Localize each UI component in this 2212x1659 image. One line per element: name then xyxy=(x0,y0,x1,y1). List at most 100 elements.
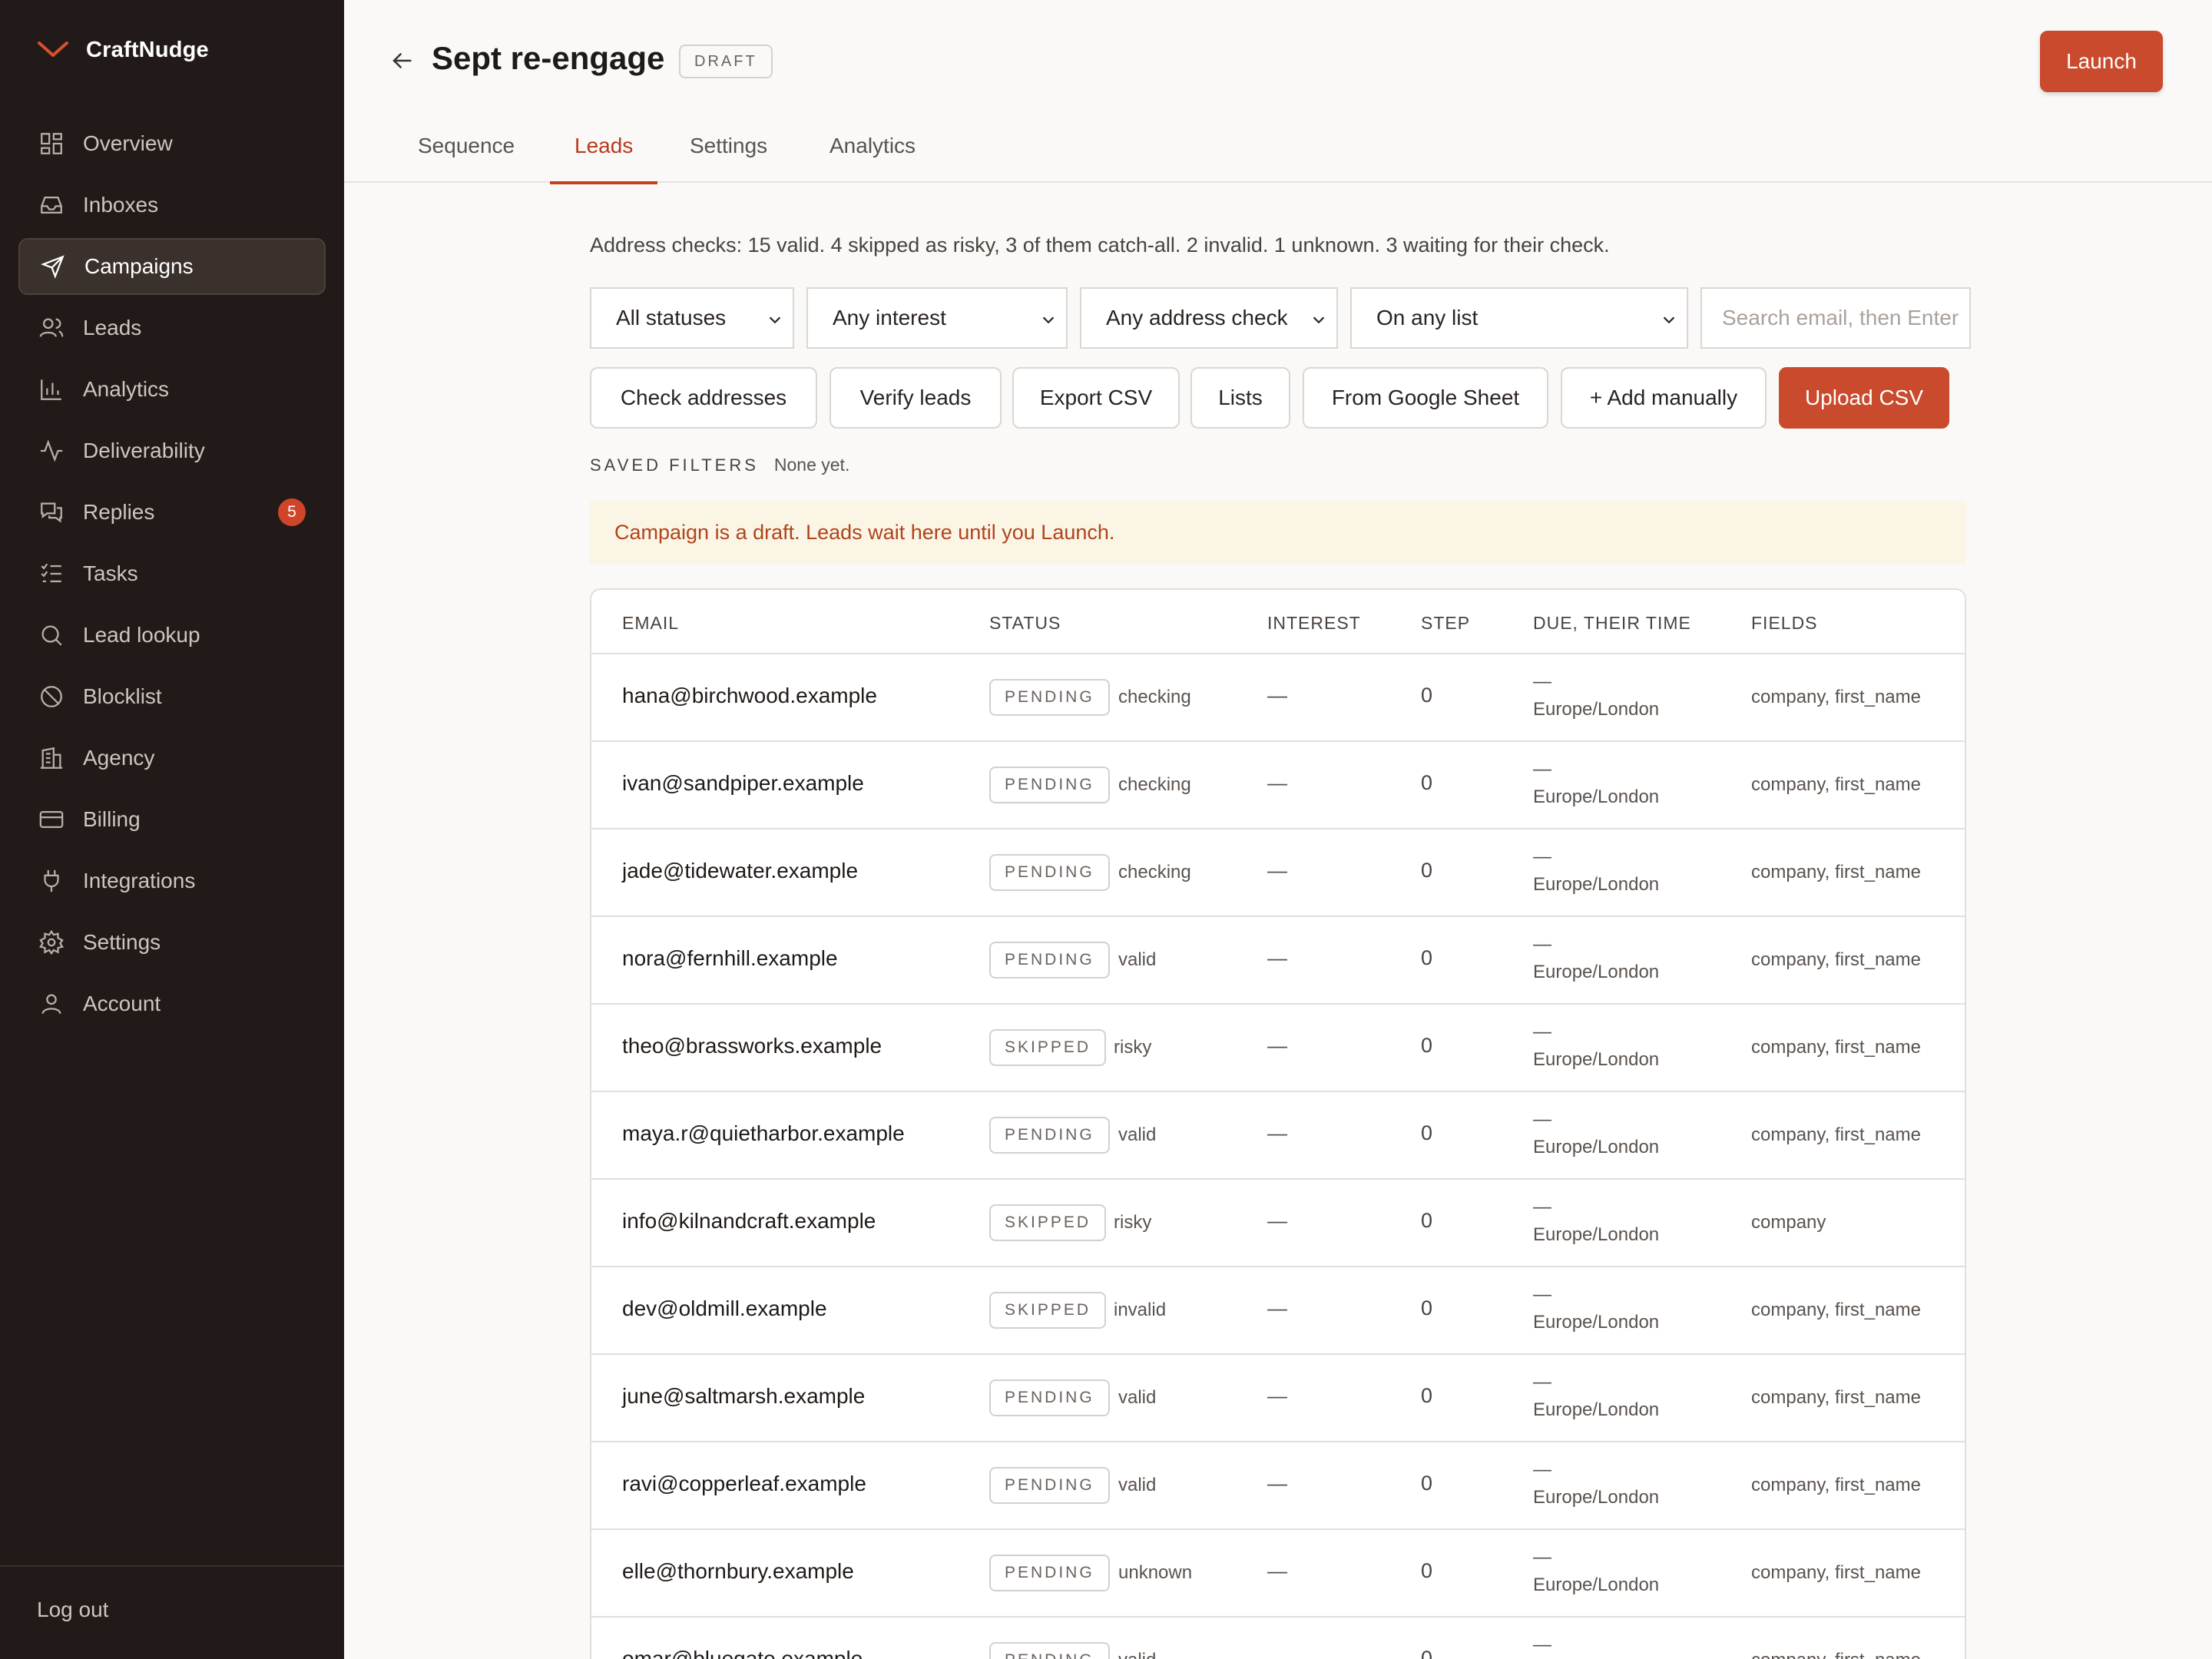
lead-email[interactable]: theo@brassworks.example xyxy=(622,1034,882,1058)
sidebar-item-label: Integrations xyxy=(83,869,196,892)
lead-email[interactable]: ivan@sandpiper.example xyxy=(622,771,864,796)
lead-timezone: Europe/London xyxy=(1533,874,1660,895)
lead-interest: — xyxy=(1267,1034,1287,1057)
lead-email[interactable]: june@saltmarsh.example xyxy=(622,1384,865,1409)
tab-sequence[interactable]: Sequence xyxy=(418,134,515,183)
column-header-step[interactable]: STEP xyxy=(1421,613,1470,634)
launch-button[interactable]: Launch xyxy=(2040,31,2163,92)
lead-step: 0 xyxy=(1421,859,1433,882)
lead-interest: — xyxy=(1267,1209,1287,1232)
table-row[interactable]: ravi@copperleaf.example PENDING valid — 0 — Eu… xyxy=(591,1442,1965,1530)
address-check-filter-select[interactable]: Any address check xyxy=(1080,287,1338,349)
bar-chart-icon xyxy=(41,379,61,400)
sidebar-item-campaigns[interactable]: Campaigns xyxy=(18,238,326,295)
lists-button[interactable]: Lists xyxy=(1190,367,1290,429)
brand[interactable]: CraftNudge xyxy=(37,31,209,69)
lead-fields: company, first_name xyxy=(1751,687,1921,707)
sidebar-item-label: Analytics xyxy=(83,377,170,401)
sidebar-item-settings[interactable]: Settings xyxy=(18,914,326,971)
logout-link[interactable]: Log out xyxy=(37,1598,108,1622)
sidebar-item-account[interactable]: Account xyxy=(18,975,326,1032)
tab-settings[interactable]: Settings xyxy=(690,134,767,183)
lead-step: 0 xyxy=(1421,771,1433,794)
lead-timezone: Europe/London xyxy=(1533,1312,1660,1333)
sidebar-item-inboxes[interactable]: Inboxes xyxy=(18,177,326,233)
sidebar-item-label: Settings xyxy=(83,930,161,954)
lead-email[interactable]: maya.r@quietharbor.example xyxy=(622,1121,905,1146)
table-row[interactable]: maya.r@quietharbor.example PENDING valid — 0… xyxy=(591,1092,1965,1180)
sidebar-item-deliverability[interactable]: Deliverability xyxy=(18,422,326,479)
table-row[interactable]: june@saltmarsh.example PENDING valid — 0 — Eur… xyxy=(591,1355,1965,1442)
lead-fields: company xyxy=(1751,1212,1826,1233)
lead-email[interactable]: omar@bluegate.example xyxy=(622,1647,863,1659)
table-row[interactable]: jade@tidewater.example PENDING checking — 0 —… xyxy=(591,830,1965,917)
list-filter-value: On any list xyxy=(1376,306,1479,329)
lead-address-check: valid xyxy=(1118,1650,1156,1659)
sidebar-item-overview[interactable]: Overview xyxy=(18,115,326,172)
inbox-icon xyxy=(41,196,62,214)
upload-csv-button[interactable]: Upload CSV xyxy=(1779,367,1949,429)
sidebar-item-leads[interactable]: Leads xyxy=(18,300,326,356)
table-row[interactable]: elle@thornbury.example PENDING unknown — 0 — E… xyxy=(591,1530,1965,1618)
table-row[interactable]: omar@bluegate.examplePENDINGvalid—0—Euro… xyxy=(591,1618,1965,1659)
sidebar-item-blocklist[interactable]: Blocklist xyxy=(18,668,326,725)
sidebar-item-tasks[interactable]: Tasks xyxy=(18,545,326,602)
lead-email[interactable]: info@kilnandcraft.example xyxy=(622,1209,876,1233)
sidebar-item-analytics[interactable]: Analytics xyxy=(18,361,326,418)
sidebar-item-integrations[interactable]: Integrations xyxy=(18,853,326,909)
grid-icon xyxy=(41,133,62,154)
lead-status-badge: PENDING xyxy=(989,679,1110,716)
lead-interest: — xyxy=(1267,684,1287,707)
add-manually-button[interactable]: + Add manually xyxy=(1561,367,1767,429)
sidebar-item-replies[interactable]: Replies 5 xyxy=(18,484,326,541)
lead-email[interactable]: ravi@copperleaf.example xyxy=(622,1472,866,1496)
checklist-icon xyxy=(41,563,61,583)
list-filter-select[interactable]: On any list xyxy=(1350,287,1688,349)
search-input[interactable] xyxy=(1700,287,1971,349)
lead-email[interactable]: jade@tidewater.example xyxy=(622,859,858,883)
lead-address-check: risky xyxy=(1114,1212,1152,1233)
table-row[interactable]: hana@birchwood.example PENDING checking — 0 —… xyxy=(591,654,1965,742)
table-body: hana@birchwood.example PENDING checking — 0 —… xyxy=(591,654,1965,1659)
column-header-interest[interactable]: INTEREST xyxy=(1267,613,1361,634)
tab-leads[interactable]: Leads xyxy=(549,134,658,184)
lead-due-time: — xyxy=(1533,671,1551,692)
lead-fields: company, first_name xyxy=(1751,774,1921,795)
lead-email[interactable]: dev@oldmill.example xyxy=(622,1296,827,1321)
sidebar-item-label: Replies xyxy=(83,500,155,524)
lead-step: 0 xyxy=(1421,1559,1433,1582)
verify-leads-button[interactable]: Verify leads xyxy=(830,367,1002,429)
export-csv-button[interactable]: Export CSV xyxy=(1012,367,1180,429)
table-row[interactable]: nora@fernhill.example PENDING valid — 0 — Euro… xyxy=(591,917,1965,1005)
table-row[interactable]: dev@oldmill.example SKIPPED invalid — 0 — Euro… xyxy=(591,1267,1965,1355)
check-addresses-button[interactable]: Check addresses xyxy=(590,367,817,429)
lead-email[interactable]: hana@birchwood.example xyxy=(622,684,877,708)
address-check-filter-value: Any address check xyxy=(1106,306,1288,329)
lead-interest: — xyxy=(1267,1472,1287,1495)
lead-interest: — xyxy=(1267,1559,1287,1582)
lead-timezone: Europe/London xyxy=(1533,786,1660,807)
table-row[interactable]: ivan@sandpiper.example PENDING checking — 0 —… xyxy=(591,742,1965,830)
table-row[interactable]: info@kilnandcraft.example SKIPPED risky — 0 —… xyxy=(591,1180,1965,1267)
column-header-due[interactable]: DUE, THEIR TIME xyxy=(1533,613,1691,634)
column-header-fields[interactable]: FIELDS xyxy=(1751,613,1818,634)
lead-email[interactable]: elle@thornbury.example xyxy=(622,1559,854,1584)
lead-step: 0 xyxy=(1421,1384,1433,1407)
lead-email[interactable]: nora@fernhill.example xyxy=(622,946,838,971)
status-filter-select[interactable]: All statuses xyxy=(590,287,794,349)
lead-fields: company, first_name xyxy=(1751,1562,1921,1583)
sidebar-item-agency[interactable]: Agency xyxy=(18,730,326,786)
lead-fields: company, first_name xyxy=(1751,862,1921,882)
table-row[interactable]: theo@brassworks.example SKIPPED risky — 0 — Eu… xyxy=(591,1005,1965,1092)
column-header-email[interactable]: EMAIL xyxy=(622,613,679,634)
lead-step: 0 xyxy=(1421,1296,1433,1320)
interest-filter-select[interactable]: Any interest xyxy=(806,287,1068,349)
lead-status-badge: PENDING xyxy=(989,1555,1110,1591)
sidebar-item-lead-lookup[interactable]: Lead lookup xyxy=(18,607,326,664)
google-sheet-button[interactable]: From Google Sheet xyxy=(1303,367,1548,429)
tab-analytics[interactable]: Analytics xyxy=(830,134,916,183)
back-arrow-icon[interactable] xyxy=(389,48,415,74)
lead-due-time: — xyxy=(1533,846,1551,867)
column-header-status[interactable]: STATUS xyxy=(989,613,1061,634)
sidebar-item-billing[interactable]: Billing xyxy=(18,791,326,848)
